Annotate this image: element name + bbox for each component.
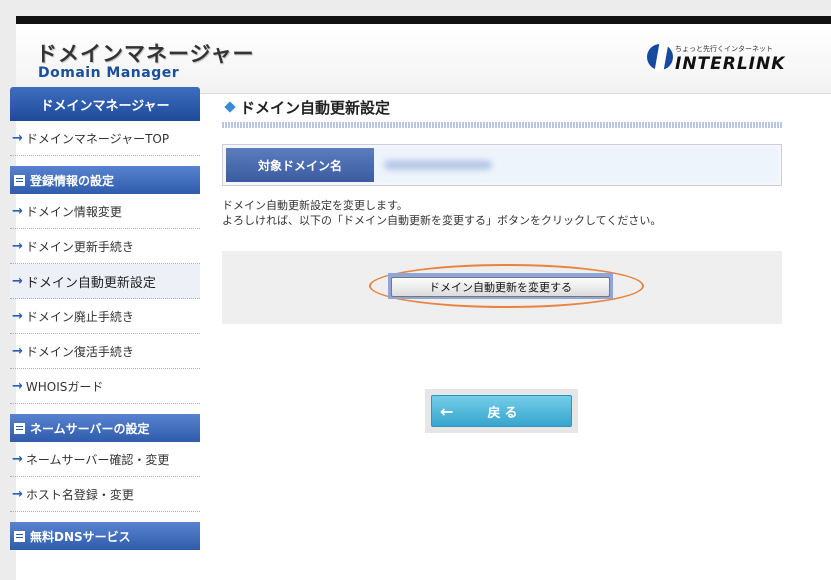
main-content: ドメイン自動更新設定 対象ドメイン名 ドメイン自動更新設定を変更します。 よろし… [222, 96, 782, 433]
target-domain-box: 対象ドメイン名 [222, 144, 782, 186]
sidebar-item-label: ドメイン復活手続き [25, 344, 134, 359]
blurred-domain-name [384, 160, 492, 170]
sidebar-item-nameserver-check[interactable]: → ネームサーバー確認・変更 [10, 442, 200, 477]
sidebar-item-host-register[interactable]: → ホスト名登録・変更 [10, 477, 200, 512]
arrow-right-icon: → [12, 343, 23, 359]
section-heading-free-dns: 無料DNSサービス [10, 522, 200, 550]
logo-english: Domain Manager [38, 65, 180, 81]
sidebar-item-label: ドメインマネージャーTOP [25, 131, 170, 146]
list-box-icon [14, 530, 25, 542]
arrow-right-icon: → [12, 308, 23, 324]
arrow-right-icon: → [12, 451, 23, 467]
sidebar-item-label: ドメイン廃止手続き [25, 309, 134, 324]
description: ドメイン自動更新設定を変更します。 よろしければ、以下の「ドメイン自動更新を変更… [222, 198, 782, 228]
title-divider [222, 122, 782, 128]
sidebar-item-domain-renewal[interactable]: → ドメイン更新手続き [10, 229, 200, 264]
list-box-icon [14, 422, 25, 434]
back-button[interactable]: ← 戻る [431, 395, 572, 427]
sidebar-item-top[interactable]: → ドメインマネージャーTOP [10, 121, 200, 156]
sidebar-item-whois-guard[interactable]: → WHOISガード [10, 369, 200, 404]
sidebar: ドメインマネージャー → ドメインマネージャーTOP 登録情報の設定 → ドメイ… [10, 87, 200, 550]
logo-japanese: ドメインマネージャー [36, 42, 255, 66]
sidebar-item-domain-info[interactable]: → ドメイン情報変更 [10, 194, 200, 229]
sidebar-item-auto-renewal[interactable]: → ドメイン自動更新設定 [10, 264, 200, 299]
arrow-right-icon: → [12, 378, 23, 394]
list-box-icon [14, 174, 25, 186]
description-line-1: ドメイン自動更新設定を変更します。 [222, 199, 408, 212]
sidebar-item-domain-restore[interactable]: → ドメイン復活手続き [10, 334, 200, 369]
interlink-mark-icon [647, 44, 673, 70]
arrow-right-icon: → [12, 486, 23, 502]
brand-tagline: ちょっと先行くインターネット [675, 45, 773, 53]
back-button-frame: ← 戻る [425, 389, 578, 433]
sidebar-item-label: ホスト名登録・変更 [25, 487, 134, 502]
section-heading-nameserver: ネームサーバーの設定 [10, 414, 200, 442]
sidebar-item-label: ドメイン更新手続き [25, 239, 134, 254]
sidebar-item-label: ドメイン自動更新設定 [25, 275, 156, 291]
arrow-left-icon: ← [440, 402, 454, 421]
diamond-icon [224, 101, 236, 113]
sidebar-item-label: ネームサーバー確認・変更 [25, 452, 170, 467]
arrow-right-icon: → [12, 238, 23, 254]
change-auto-renewal-button[interactable]: ドメイン自動更新を変更する [391, 277, 610, 297]
target-domain-label: 対象ドメイン名 [226, 148, 374, 182]
arrow-right-icon: → [12, 273, 23, 289]
sidebar-item-domain-cancel[interactable]: → ドメイン廃止手続き [10, 299, 200, 334]
sidebar-title: ドメインマネージャー [10, 87, 200, 121]
interlink-logo[interactable]: ちょっと先行くインターネット INTERLINK [647, 42, 805, 76]
description-line-2: よろしければ、以下の「ドメイン自動更新を変更する」ボタンをクリックしてください。 [222, 214, 662, 227]
change-button-frame: ドメイン自動更新を変更する [388, 273, 613, 299]
sidebar-item-label: WHOISガード [25, 379, 104, 394]
sidebar-item-label: ドメイン情報変更 [25, 204, 122, 219]
page-title: ドメイン自動更新設定 [222, 96, 782, 118]
section-heading-registration: 登録情報の設定 [10, 166, 200, 194]
brand-name: INTERLINK [675, 54, 786, 74]
target-domain-value [374, 148, 778, 182]
top-dark-bar [16, 16, 831, 24]
header: ドメインマネージャー Domain Manager ちょっと先行くインターネット… [16, 24, 831, 94]
action-panel: ドメイン自動更新を変更する [222, 251, 782, 324]
arrow-right-icon: → [12, 203, 23, 219]
arrow-right-icon: → [12, 130, 23, 146]
